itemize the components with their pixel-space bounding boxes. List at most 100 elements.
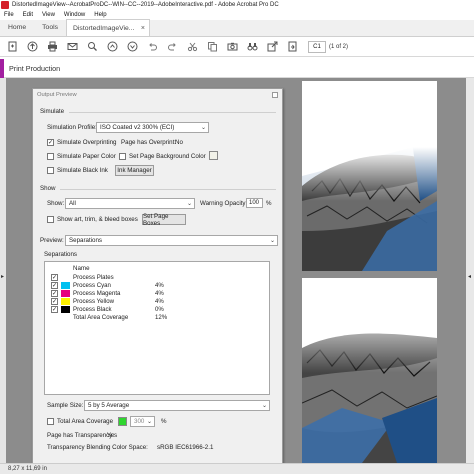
simulate-overprinting-label: Simulate Overprinting: [57, 139, 117, 146]
simulate-divider: [69, 112, 276, 113]
separation-row-total-area-coverage[interactable]: Total Area Coverage 12%: [45, 314, 269, 322]
separation-name: Total Area Coverage: [73, 314, 129, 321]
dialog-close-icon[interactable]: [272, 92, 278, 98]
close-tab-icon[interactable]: ×: [141, 25, 145, 32]
chevron-down-icon: ⌄: [269, 238, 275, 244]
coverage-value: 300: [134, 418, 145, 425]
simulation-profile-select[interactable]: ISO Coated v2 300% (ECI) ⌄: [96, 122, 209, 133]
upload-icon[interactable]: [24, 39, 40, 55]
chevron-down-icon: ⌄: [186, 201, 192, 207]
warning-opacity-label: Warning Opacity:: [200, 200, 248, 207]
set-page-boxes-button[interactable]: Set Page Boxes: [142, 213, 186, 227]
tab-home[interactable]: Home: [0, 19, 34, 36]
coverage-unit: %: [161, 418, 167, 425]
redo-icon[interactable]: [164, 39, 180, 55]
menu-window[interactable]: Window: [60, 12, 90, 18]
acrobat-app-icon: [1, 1, 9, 9]
right-panel-collapsed[interactable]: ◂: [466, 78, 474, 463]
menu-help[interactable]: Help: [90, 12, 111, 18]
warning-opacity-unit: %: [266, 200, 272, 207]
process-yellow-checkbox[interactable]: ✓: [51, 298, 58, 305]
expand-right-icon[interactable]: ◂: [468, 273, 471, 280]
page-has-overprint-value: No: [175, 139, 183, 146]
menu-view[interactable]: View: [38, 12, 60, 18]
dialog-title: Output Preview: [37, 92, 77, 98]
separation-name: Process Plates: [73, 274, 114, 281]
page-down-icon[interactable]: [124, 39, 140, 55]
simulate-heading: Simulate: [40, 108, 65, 115]
process-cyan-checkbox[interactable]: ✓: [51, 282, 58, 289]
simulate-black-ink-checkbox[interactable]: [47, 167, 54, 174]
separation-name: Process Yellow: [73, 298, 114, 305]
copy-icon[interactable]: [204, 39, 220, 55]
show-label: Show:: [47, 200, 65, 207]
separation-row-process-cyan[interactable]: ✓ Process Cyan 4%: [45, 282, 269, 290]
separations-list[interactable]: Name ✓ Process Plates ✓ Process Cyan 4% …: [44, 261, 270, 395]
simulation-profile-value: ISO Coated v2 300% (ECI): [100, 124, 175, 131]
separation-row-process-yellow[interactable]: ✓ Process Yellow 4%: [45, 298, 269, 306]
coverage-color-swatch[interactable]: [118, 417, 127, 426]
set-page-background-label: Set Page Background Color: [129, 153, 206, 160]
total-area-coverage-label: Total Area Coverage: [57, 418, 114, 425]
magenta-swatch: [61, 290, 70, 297]
chevron-down-icon: ⌄: [200, 125, 206, 131]
separation-row-process-black[interactable]: ✓ Process Black 0%: [45, 306, 269, 314]
tab-document-label: DistortedImageVie...: [73, 24, 135, 32]
chevron-down-icon: ⌄: [261, 403, 267, 409]
process-plates-checkbox[interactable]: ✓: [51, 274, 58, 281]
page-has-overprint-label: Page has Overprint:: [121, 139, 177, 146]
pdf-page-1[interactable]: [302, 81, 437, 271]
show-art-trim-checkbox[interactable]: [47, 216, 54, 223]
yellow-swatch: [61, 298, 70, 305]
separation-percent: 4%: [155, 282, 164, 289]
simulate-overprinting-checkbox[interactable]: ✓: [47, 139, 54, 146]
page-number-input[interactable]: C1: [308, 40, 326, 53]
preview-select[interactable]: Separations ⌄: [65, 235, 278, 246]
total-area-coverage-checkbox[interactable]: [47, 418, 54, 425]
separation-name: Process Magenta: [73, 290, 121, 297]
coverage-value-select[interactable]: 300 ⌄: [130, 416, 155, 427]
show-value: All: [69, 200, 76, 207]
expand-left-icon[interactable]: ▸: [1, 273, 4, 280]
ink-manager-button[interactable]: Ink Manager: [115, 165, 154, 176]
left-panel-collapsed[interactable]: ▸: [0, 78, 6, 463]
chevron-down-icon: ⌄: [146, 419, 152, 425]
preview-label: Preview:: [40, 237, 64, 244]
page-1-artwork: [302, 81, 437, 271]
menu-file[interactable]: File: [0, 12, 19, 18]
page-has-transparency-label: Page has Transparency:: [47, 432, 115, 439]
tab-tools[interactable]: Tools: [34, 19, 66, 36]
page-up-icon[interactable]: [104, 39, 120, 55]
search-icon[interactable]: [84, 39, 100, 55]
menu-edit[interactable]: Edit: [19, 12, 38, 18]
name-column-header: Name: [73, 265, 90, 272]
email-icon[interactable]: [64, 39, 80, 55]
scissors-icon[interactable]: [184, 39, 200, 55]
camera-icon[interactable]: [224, 39, 240, 55]
background-color-swatch[interactable]: [209, 151, 218, 160]
sample-size-value: 5 by 5 Average: [88, 402, 130, 409]
simulation-profile-label: Simulation Profile:: [47, 124, 97, 131]
simulate-paper-color-checkbox[interactable]: [47, 153, 54, 160]
sample-size-select[interactable]: 5 by 5 Average ⌄: [84, 400, 270, 411]
print-icon[interactable]: [44, 39, 60, 55]
process-black-checkbox[interactable]: ✓: [51, 306, 58, 313]
undo-icon[interactable]: [144, 39, 160, 55]
separation-row-process-plates[interactable]: ✓ Process Plates: [45, 274, 269, 282]
export-icon[interactable]: [264, 39, 280, 55]
pdf-page-2[interactable]: [302, 278, 437, 463]
page-2-artwork: [302, 278, 437, 463]
create-pdf-icon[interactable]: [4, 39, 20, 55]
tab-document[interactable]: DistortedImageVie... ×: [66, 19, 151, 36]
warning-opacity-input[interactable]: 100: [246, 198, 263, 208]
separation-percent: 4%: [155, 298, 164, 305]
set-page-background-checkbox[interactable]: [119, 153, 126, 160]
export-pdf-icon[interactable]: [284, 39, 300, 55]
show-heading: Show: [40, 185, 56, 192]
output-preview-dialog[interactable]: Output Preview Simulate Simulation Profi…: [32, 88, 283, 464]
process-magenta-checkbox[interactable]: ✓: [51, 290, 58, 297]
binoculars-icon[interactable]: [244, 39, 260, 55]
show-select[interactable]: All ⌄: [65, 198, 195, 209]
main-toolbar: C1 (1 of 2): [0, 37, 474, 57]
separation-row-process-magenta[interactable]: ✓ Process Magenta 4%: [45, 290, 269, 298]
